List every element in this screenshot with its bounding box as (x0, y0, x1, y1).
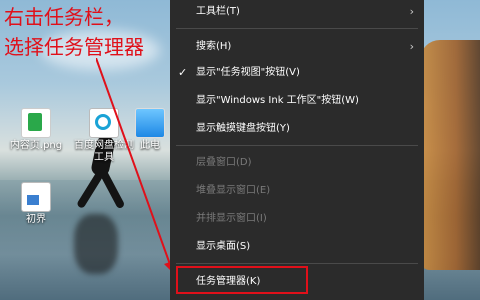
document-icon (21, 182, 51, 212)
rock-cliff (420, 40, 480, 270)
menu-item-label: 搜索(H) (196, 41, 232, 52)
menu-item-label: 显示桌面(S) (196, 241, 251, 252)
menu-divider (176, 263, 418, 264)
desktop-icon-document[interactable]: 初界 (4, 182, 68, 226)
menu-item-show-desktop[interactable]: 显示桌面(S) (170, 236, 424, 258)
annotation-line-1: 右击任务栏， (4, 5, 124, 29)
menu-item-label: 层叠窗口(D) (196, 157, 252, 168)
annotation-arrow (96, 58, 176, 276)
menu-item-label: 堆叠显示窗口(E) (196, 185, 271, 196)
menu-divider (176, 28, 418, 29)
desktop-icon-label: 内容页.png (9, 140, 63, 151)
menu-item-search[interactable]: 搜索(H) › (170, 36, 424, 58)
menu-divider (176, 145, 418, 146)
task-manager-highlight-box (176, 266, 308, 294)
menu-item-label: 显示"任务视图"按钮(V) (196, 67, 300, 78)
desktop-icon-png[interactable]: 内容页.png (4, 108, 68, 152)
menu-item-toolbars[interactable]: 工具栏(T) › (170, 1, 424, 23)
menu-item-side-by-side: 并排显示窗口(I) (170, 208, 424, 230)
menu-item-windows-ink[interactable]: 显示"Windows Ink 工作区"按钮(W) (170, 90, 424, 112)
menu-item-label: 并排显示窗口(I) (196, 213, 267, 224)
menu-item-stacked: 堆叠显示窗口(E) (170, 180, 424, 202)
menu-item-touch-keyboard[interactable]: 显示触摸键盘按钮(Y) (170, 118, 424, 140)
menu-item-label: 显示"Windows Ink 工作区"按钮(W) (196, 95, 359, 106)
menu-item-label: 工具栏(T) (196, 6, 240, 17)
menu-item-cascade: 层叠窗口(D) (170, 152, 424, 174)
checkmark-icon: ✓ (178, 66, 188, 79)
menu-item-label: 显示触摸键盘按钮(Y) (196, 123, 290, 134)
desktop-icon-label: 初界 (26, 214, 46, 225)
png-file-icon (21, 108, 51, 138)
menu-item-task-view[interactable]: ✓ 显示"任务视图"按钮(V) (170, 62, 424, 84)
instruction-annotation: 右击任务栏， 选择任务管理器 (4, 2, 144, 62)
taskbar-context-menu: 工具栏(T) › 搜索(H) › ✓ 显示"任务视图"按钮(V) 显示"Wind… (170, 0, 424, 300)
chevron-right-icon: › (409, 40, 414, 53)
chevron-right-icon: › (409, 5, 414, 18)
